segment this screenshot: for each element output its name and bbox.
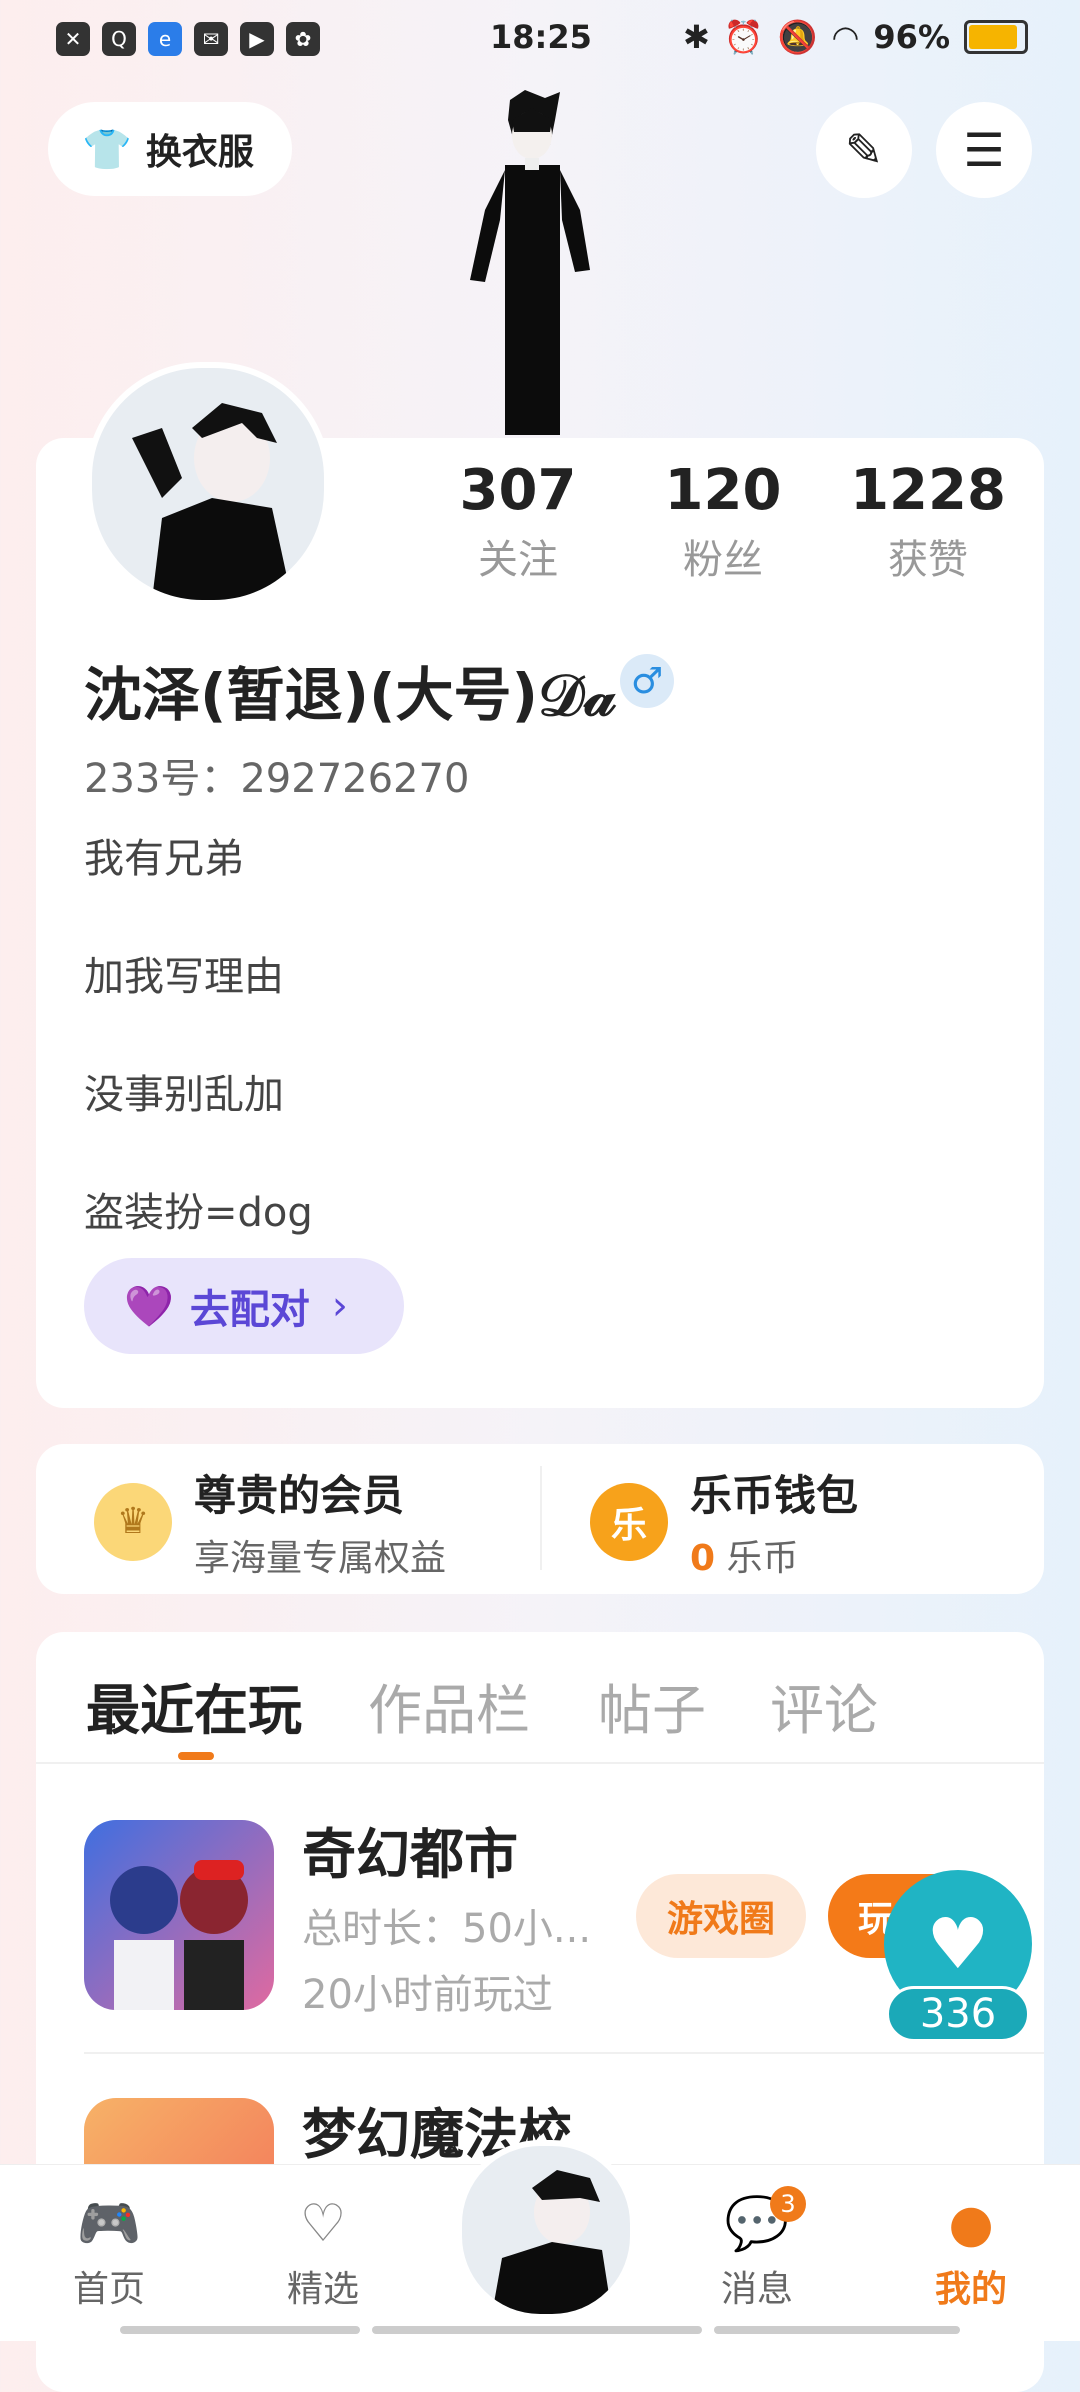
row-divider <box>84 2052 1044 2054</box>
bluetooth-icon: ✱ <box>682 18 710 56</box>
mine-icon: ● <box>948 2194 994 2254</box>
wallet-amount: 0 <box>690 1538 716 1579</box>
stat-following[interactable]: 307 关注 <box>438 458 598 585</box>
avatar-image <box>492 2170 612 2314</box>
coin-icon: 乐 <box>590 1482 668 1561</box>
followers-label: 粉丝 <box>683 537 763 583</box>
mail-notification-icon: ✉ <box>194 22 228 56</box>
game-art <box>110 1860 248 2010</box>
game-circle-button[interactable]: 游戏圈 <box>636 1874 806 1958</box>
likes-label: 获赞 <box>888 537 968 583</box>
game-icon[interactable] <box>84 1820 274 2010</box>
wifi-icon: ◠ <box>831 18 860 56</box>
chevron-right-icon: › <box>331 1283 348 1329</box>
center-avatar-button[interactable] <box>456 2140 636 2320</box>
vip-entry[interactable]: ♛ 尊贵的会员 享海量专属权益 <box>94 1462 446 1581</box>
stat-likes[interactable]: 1228 获赞 <box>848 458 1008 585</box>
heart-outline-icon: ♡ <box>299 2194 347 2254</box>
change-outfit-label: 换衣服 <box>145 132 254 173</box>
pair-label: 去配对 <box>189 1287 310 1333</box>
crown-icon: ♛ <box>94 1482 172 1561</box>
avatar[interactable] <box>86 362 330 606</box>
browser-notification-icon: e <box>148 22 182 56</box>
vip-subtitle: 享海量专属权益 <box>194 1538 447 1579</box>
user-id: 233号：292726270 <box>84 756 470 802</box>
clock: 18:25 <box>490 18 592 56</box>
tab-posts[interactable]: 帖子 <box>598 1666 706 1745</box>
stat-followers[interactable]: 120 粉丝 <box>643 458 803 585</box>
menu-button[interactable]: ☰ <box>936 102 1032 198</box>
pair-button[interactable]: 💜 去配对 › <box>84 1258 404 1354</box>
nav-mine[interactable]: ● 我的 <box>906 2192 1036 2312</box>
tab-works[interactable]: 作品栏 <box>368 1666 530 1745</box>
followers-count: 120 <box>664 458 782 523</box>
like-float-button[interactable]: ♥ 336 <box>884 1870 1032 2042</box>
gamepad-icon: 🎮 <box>76 2194 142 2254</box>
shirt-icon: 👕 <box>82 126 132 173</box>
edit-button[interactable]: ✎ <box>816 102 912 198</box>
like-count: 336 <box>886 1986 1030 2042</box>
character-figure[interactable] <box>450 90 610 440</box>
following-count: 307 <box>459 458 577 523</box>
tab-comments[interactable]: 评论 <box>770 1666 878 1745</box>
battery-icon <box>964 20 1028 54</box>
nav-home-label: 首页 <box>72 2269 145 2310</box>
male-icon: ♂ <box>620 654 674 708</box>
system-icons: ✱ ⏰ 🔕 ◠ 96% <box>683 18 1028 56</box>
nav-mine-label: 我的 <box>934 2269 1007 2310</box>
tab-recent-played[interactable]: 最近在玩 <box>86 1666 302 1745</box>
active-tab-indicator <box>178 1752 214 1760</box>
nickname: 沈泽(暂退)(大号)𝒟𝒶 <box>84 661 617 729</box>
game-last-played: 20小时前玩过 <box>302 1972 553 2018</box>
divider <box>540 1466 542 1570</box>
notification-icons: ✕ Q e ✉ ▶ ✿ <box>56 22 320 56</box>
bio-line: 加我写理由 <box>84 954 284 1000</box>
home-indicator <box>120 2326 360 2334</box>
bio-line: 盗装扮=dog <box>84 1190 313 1236</box>
vip-title: 尊贵的会员 <box>194 1471 405 1520</box>
home-indicator <box>372 2326 702 2334</box>
nav-messages-label: 消息 <box>720 2269 793 2310</box>
alarm-icon: ⏰ <box>723 18 764 56</box>
mute-icon: 🔕 <box>777 18 818 56</box>
tabs-divider <box>36 1762 1044 1764</box>
app-notification-icon: ✕ <box>56 22 90 56</box>
avatar-image <box>132 403 292 600</box>
wallet-entry[interactable]: 乐 乐币钱包 0 乐币 <box>590 1462 858 1581</box>
nav-featured-label: 精选 <box>286 2269 359 2310</box>
battery-percent: 96% <box>873 18 950 56</box>
app-notification-icon: Q <box>102 22 136 56</box>
status-bar: ✕ Q e ✉ ▶ ✿ 18:25 ✱ ⏰ 🔕 ◠ 96% <box>0 0 1080 84</box>
message-badge: 3 <box>770 2186 806 2222</box>
game-duration: 总时长：50小... <box>302 1906 592 1952</box>
game-name[interactable]: 奇幻都市 <box>302 1810 518 1889</box>
following-label: 关注 <box>478 537 558 583</box>
nav-home[interactable]: 🎮 首页 <box>44 2192 174 2312</box>
wallet-title: 乐币钱包 <box>690 1471 859 1520</box>
nav-featured[interactable]: ♡ 精选 <box>258 2192 388 2312</box>
menu-icon: ☰ <box>963 123 1005 177</box>
likes-count: 1228 <box>850 458 1006 523</box>
play-notification-icon: ▶ <box>240 22 274 56</box>
heart-icon: 💜 <box>124 1283 174 1330</box>
change-outfit-button[interactable]: 👕 换衣服 <box>48 102 292 196</box>
home-indicator <box>714 2326 960 2334</box>
wallet-unit: 乐币 <box>726 1538 799 1579</box>
bio-line: 没事别乱加 <box>84 1072 284 1118</box>
pen-icon: ✎ <box>844 123 884 177</box>
app-notification-icon: ✿ <box>286 22 320 56</box>
bio-line: 我有兄弟 <box>84 836 244 882</box>
